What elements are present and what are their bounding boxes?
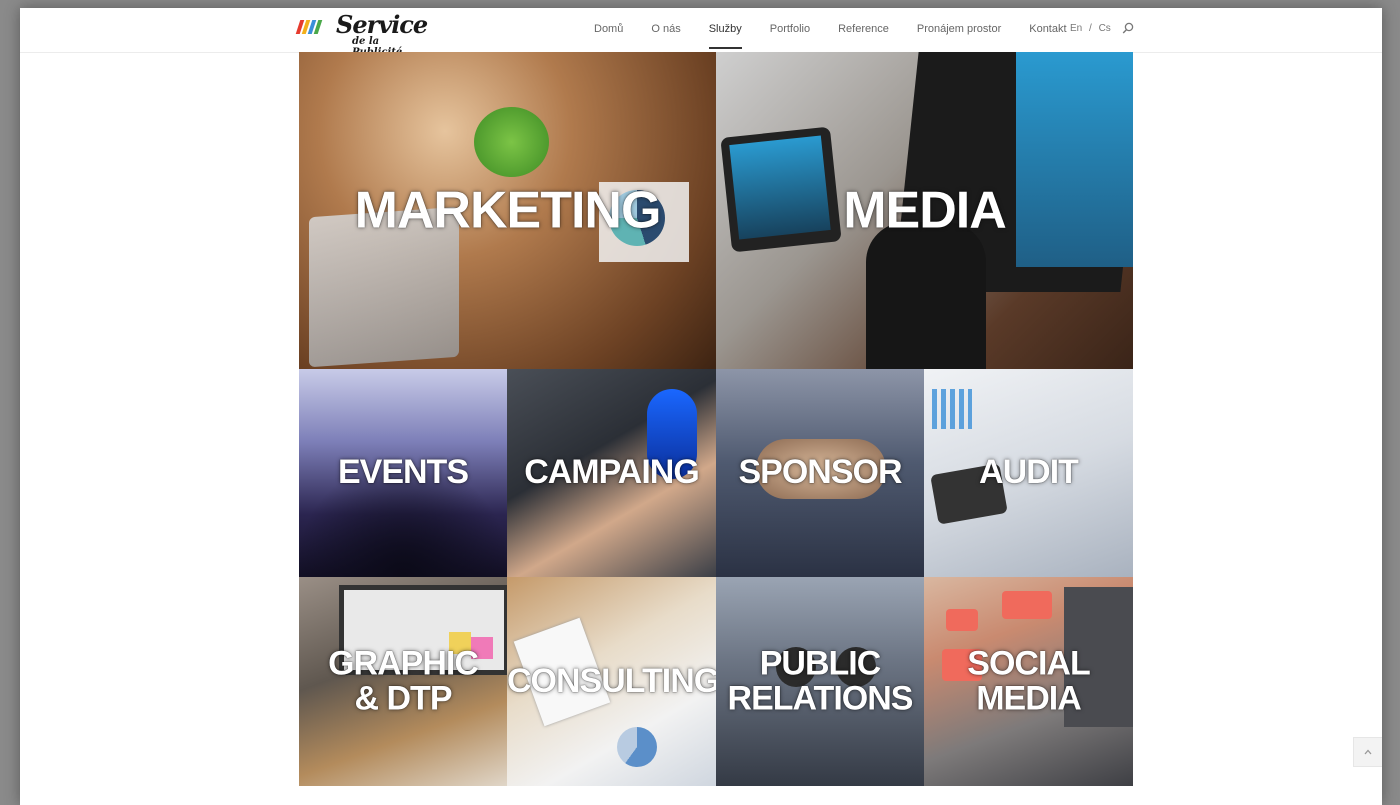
bar-chart-graphic <box>932 389 972 429</box>
tile-label-line: GRAPHIC <box>328 643 479 682</box>
tile-label: SPONSOR <box>738 453 902 492</box>
nav-item-reference[interactable]: Reference <box>824 8 903 52</box>
tile-label: PUBLIC RELATIONS <box>716 643 924 718</box>
tile-label: MARKETING <box>354 181 662 240</box>
tile-consulting[interactable]: CONSULTING <box>507 577 716 786</box>
site-logo[interactable]: Service de la Publicité <box>295 10 428 58</box>
logo-title: Service <box>336 10 428 39</box>
tile-label-line: & DTP <box>354 679 453 718</box>
tile-public-relations[interactable]: PUBLIC RELATIONS <box>716 577 924 786</box>
tile-label-line: RELATIONS <box>727 679 914 718</box>
tile-events[interactable]: EVENTS <box>299 369 507 577</box>
search-icon[interactable] <box>1122 22 1134 34</box>
tile-label: MEDIA <box>843 181 1007 240</box>
page: Service de la Publicité Domů O nás Služb… <box>20 8 1382 805</box>
hand-shape <box>866 222 986 369</box>
tile-campaing[interactable]: CAMPAING <box>507 369 716 577</box>
tile-label-line: PUBLIC <box>759 643 882 682</box>
tile-audit[interactable]: AUDIT <box>924 369 1133 577</box>
tile-media[interactable]: MEDIA <box>716 52 1133 369</box>
tile-marketing[interactable]: MARKETING <box>299 52 716 369</box>
logo-bars <box>295 20 323 39</box>
tile-graphic-dtp[interactable]: GRAPHIC & DTP <box>299 577 507 786</box>
nav-item-pronajem-prostor[interactable]: Pronájem prostor <box>903 8 1015 52</box>
lang-separator: / <box>1089 23 1092 34</box>
lang-cs-link[interactable]: Cs <box>1099 23 1111 34</box>
comment-badge-shape <box>946 609 978 631</box>
tile-label: SOCIAL MEDIA <box>924 643 1133 718</box>
main-nav: Domů O nás Služby Portfolio Reference Pr… <box>580 8 1081 52</box>
nav-item-o-nas[interactable]: O nás <box>637 8 694 52</box>
header: Service de la Publicité Domů O nás Služb… <box>20 8 1382 58</box>
notification-badge-shape <box>1002 591 1052 619</box>
services-grid: MARKETING MEDIA EVENTS CAMPAING SPONSOR … <box>299 52 1133 786</box>
tile-label: EVENTS <box>337 453 469 492</box>
tile-social-media[interactable]: SOCIAL MEDIA <box>924 577 1133 786</box>
nav-item-portfolio[interactable]: Portfolio <box>756 8 824 52</box>
scroll-to-top-button[interactable] <box>1353 737 1382 767</box>
pie-chart-graphic <box>617 727 657 767</box>
tile-label: CAMPAING <box>524 453 700 492</box>
tile-label-line: SOCIAL <box>967 643 1090 682</box>
nav-item-sluzby[interactable]: Služby <box>695 8 756 52</box>
chevron-up-icon <box>1364 749 1372 755</box>
tile-label: CONSULTING <box>507 661 716 700</box>
nav-item-domu[interactable]: Domů <box>580 8 637 52</box>
tile-label-line: MEDIA <box>976 679 1082 718</box>
lang-en-link[interactable]: En <box>1070 23 1082 34</box>
tile-label: GRAPHIC & DTP <box>299 643 507 718</box>
language-switcher: En / Cs <box>1068 8 1113 50</box>
plant-shape <box>474 107 549 177</box>
tile-sponsor[interactable]: SPONSOR <box>716 369 924 577</box>
tile-label: AUDIT <box>979 453 1079 492</box>
